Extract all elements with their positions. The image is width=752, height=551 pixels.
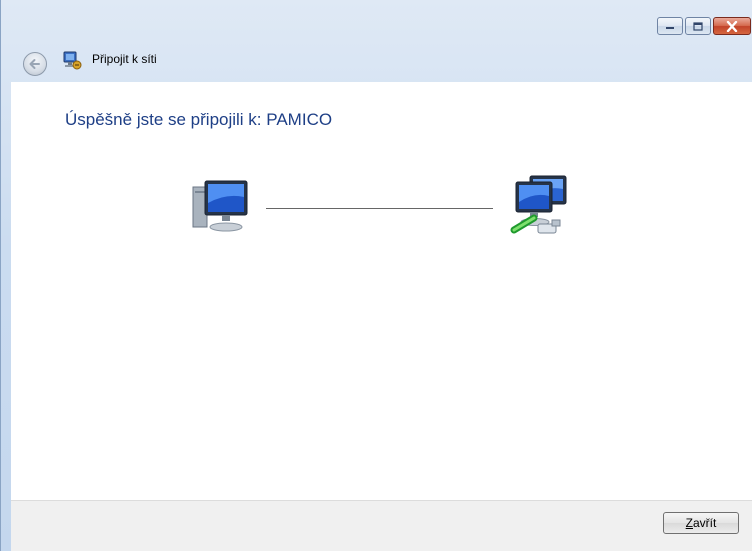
minimize-icon xyxy=(666,27,674,29)
close-button-label: avřít xyxy=(693,516,717,530)
network-connect-icon xyxy=(61,50,83,72)
page-title: Úspěšně jste se připojili k: PAMICO xyxy=(65,110,332,130)
close-button-mnemonic: Z xyxy=(685,516,693,530)
connection-line xyxy=(266,208,493,209)
maximize-button[interactable] xyxy=(685,17,711,35)
minimize-button[interactable] xyxy=(657,17,683,35)
headline-text: Úspěšně jste se připojili k: xyxy=(65,110,262,129)
window-title: Připojit k síti xyxy=(92,52,157,66)
back-arrow-icon xyxy=(29,59,40,69)
content-panel: Úspěšně jste se připojili k: PAMICO xyxy=(11,82,752,500)
close-button[interactable]: Zavřít xyxy=(663,512,739,534)
network-name: PAMICO xyxy=(266,110,333,129)
title-bar[interactable]: Připojit k síti xyxy=(1,0,752,82)
network-icon xyxy=(508,174,572,240)
window-controls xyxy=(657,17,751,35)
button-bar: Zavřít xyxy=(11,500,752,551)
close-icon xyxy=(726,20,738,32)
close-window-button[interactable] xyxy=(713,17,751,35)
dialog-window: Připojit k síti Úspěšně jste se připojil… xyxy=(0,0,752,551)
back-button[interactable] xyxy=(23,52,47,76)
computer-icon xyxy=(189,177,251,237)
maximize-icon xyxy=(693,21,703,31)
